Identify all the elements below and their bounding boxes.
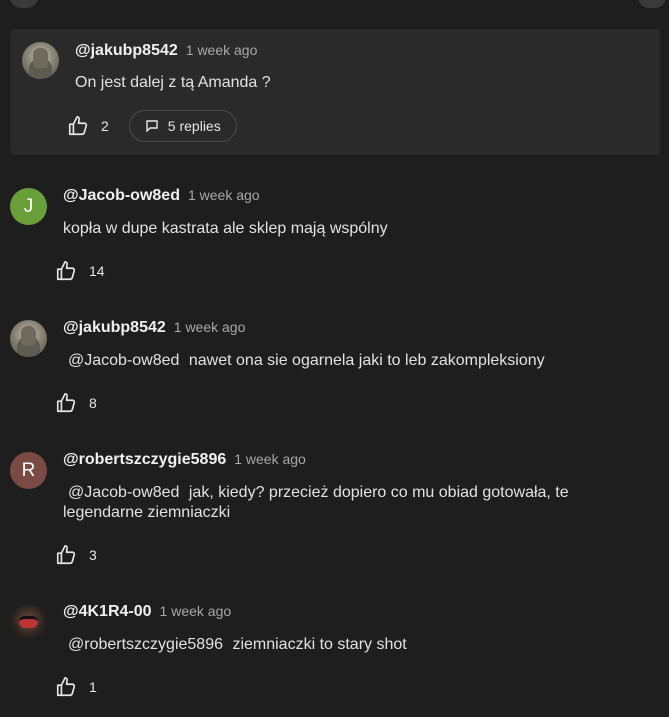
reply-icon — [146, 120, 158, 132]
timestamp[interactable]: 1 week ago — [186, 42, 258, 58]
avatar[interactable] — [22, 42, 59, 79]
comment-body: nawet ona sie ogarnela jaki to leb zakom… — [188, 352, 545, 369]
comment-text: @robertszczygie5896 ziemniaczki to stary… — [63, 635, 623, 655]
avatar[interactable] — [10, 604, 47, 641]
comment-header: @Jacob-ow8ed 1 week ago — [63, 187, 260, 205]
like-count: 2 — [101, 118, 109, 134]
mention-link[interactable]: @robertszczygie5896 — [68, 636, 223, 653]
comment-text: @Jacob-ow8ed jak, kiedy? przecież dopier… — [63, 483, 623, 523]
comment-actions: 1 — [55, 676, 97, 698]
avatar[interactable]: R — [10, 452, 47, 489]
comment-header: @4K1R4-00 1 week ago — [63, 603, 231, 621]
avatar-letter: J — [23, 195, 34, 217]
like-count: 1 — [89, 679, 97, 695]
comment-actions: 8 — [55, 392, 97, 414]
thumbs-up-icon[interactable] — [55, 676, 77, 698]
thumbs-up-icon[interactable] — [55, 392, 77, 414]
like-count: 8 — [89, 395, 97, 411]
avatar-letter: R — [21, 459, 36, 481]
replies-label: 5 replies — [167, 118, 221, 134]
replies-button[interactable]: 5 replies — [128, 110, 237, 142]
comment-header: @robertszczygie5896 1 week ago — [63, 451, 306, 469]
scroll-up-control[interactable] — [10, 0, 38, 8]
menu-control[interactable] — [638, 0, 666, 8]
comment-body: ziemniaczki to stary shot — [232, 636, 407, 653]
comment-text: On jest dalej z tą Amanda ? — [75, 74, 271, 91]
timestamp[interactable]: 1 week ago — [234, 451, 306, 467]
author-name[interactable]: @jakubp8542 — [75, 42, 178, 60]
timestamp[interactable]: 1 week ago — [174, 319, 246, 335]
author-name[interactable]: @robertszczygie5896 — [63, 451, 226, 469]
comment-text: kopła w dupe kastrata ale sklep mają wsp… — [63, 220, 388, 237]
comment-actions: 2 5 replies — [67, 110, 237, 142]
thumbs-up-icon[interactable] — [55, 260, 77, 282]
avatar[interactable]: J — [10, 188, 47, 225]
parent-comment: @jakubp8542 1 week ago On jest dalej z t… — [10, 29, 660, 155]
comment-actions: 14 — [55, 260, 105, 282]
comment-header: @jakubp8542 1 week ago — [63, 319, 245, 337]
mention-link[interactable]: @Jacob-ow8ed — [68, 484, 179, 501]
like-count: 14 — [89, 263, 105, 279]
thumbs-up-icon[interactable] — [67, 115, 89, 137]
comment-actions: 3 — [55, 544, 97, 566]
comment-header: @jakubp8542 1 week ago — [75, 42, 257, 60]
author-name[interactable]: @jakubp8542 — [63, 319, 166, 337]
comment-text: @Jacob-ow8ed nawet ona sie ogarnela jaki… — [63, 351, 623, 371]
mention-link[interactable]: @Jacob-ow8ed — [68, 352, 179, 369]
timestamp[interactable]: 1 week ago — [160, 603, 232, 619]
avatar[interactable] — [10, 320, 47, 357]
author-name[interactable]: @Jacob-ow8ed — [63, 187, 180, 205]
timestamp[interactable]: 1 week ago — [188, 187, 260, 203]
like-count: 3 — [89, 547, 97, 563]
author-name[interactable]: @4K1R4-00 — [63, 603, 152, 621]
thumbs-up-icon[interactable] — [55, 544, 77, 566]
